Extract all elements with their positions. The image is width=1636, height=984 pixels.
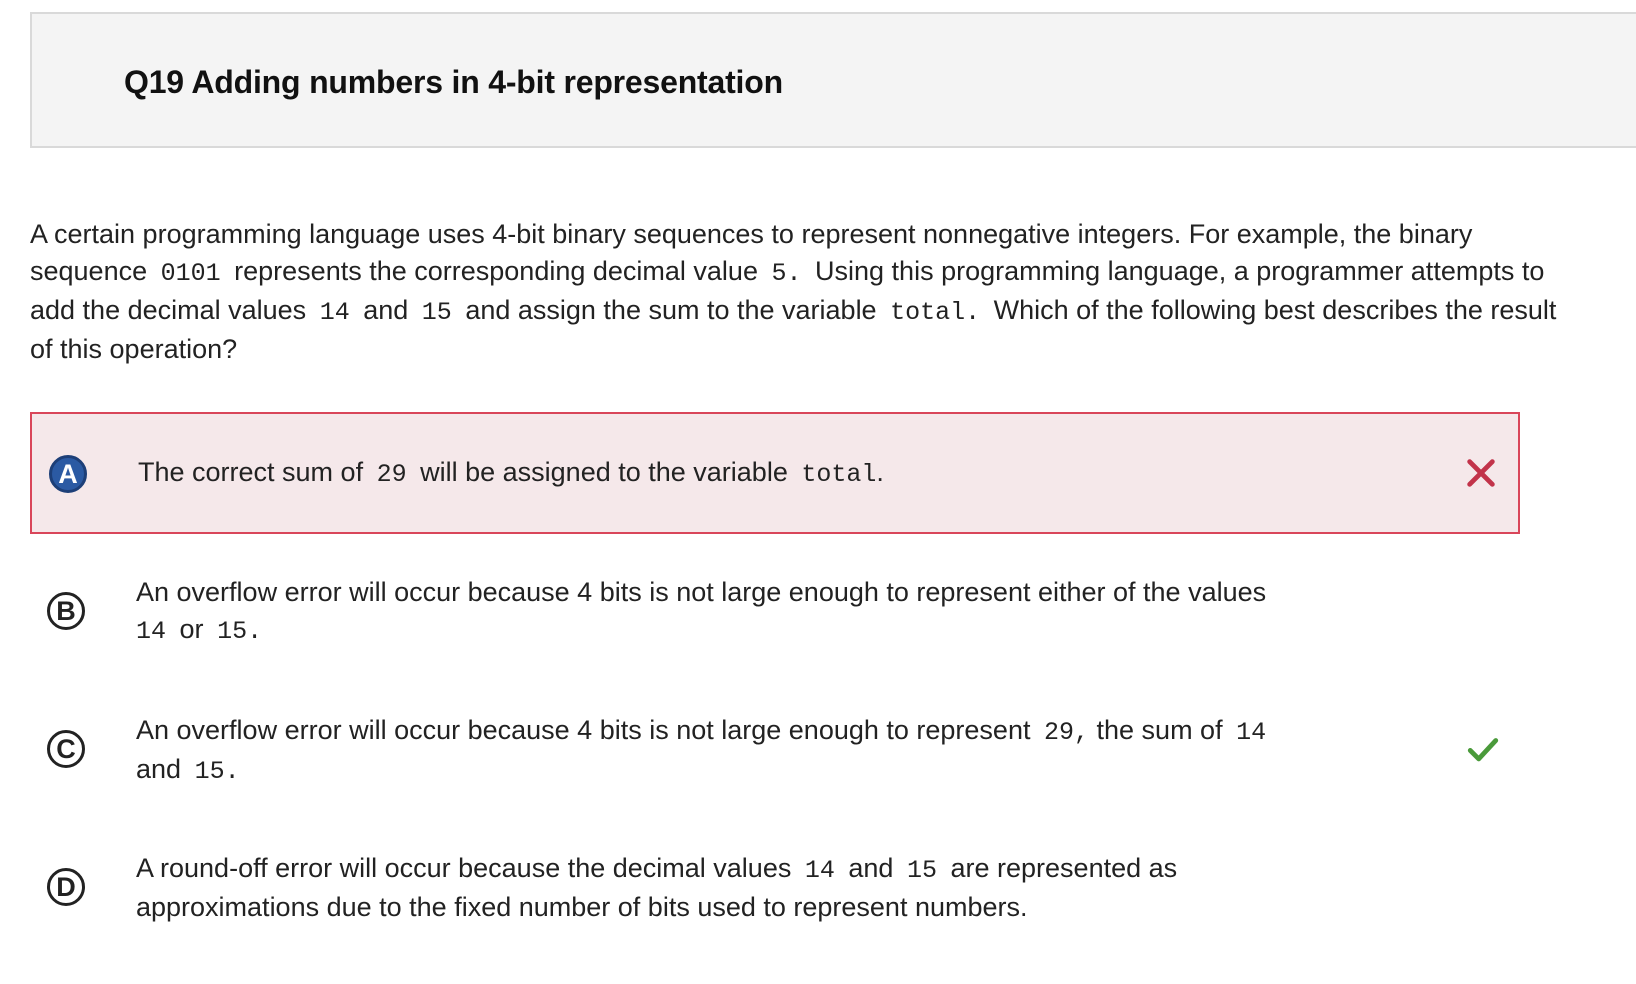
option-letter-c[interactable]: C	[47, 730, 85, 768]
option-text: An overflow error will occur because 4 b…	[136, 577, 1267, 607]
option-text-d: A round-off error will occur because the…	[136, 850, 1316, 926]
option-letter-a[interactable]: A	[49, 455, 87, 493]
answer-option-a[interactable]: A The correct sum of 29 will be assigned…	[30, 412, 1520, 534]
option-letter-b[interactable]: B	[47, 592, 85, 630]
option-text: An overflow error will occur because 4 b…	[136, 715, 1031, 745]
question-text: and	[363, 295, 409, 325]
question-title: Q19 Adding numbers in 4-bit representati…	[124, 64, 783, 100]
code-14: 14	[1236, 718, 1267, 747]
code-5: 5.	[771, 259, 802, 288]
code-15: 15.	[194, 757, 240, 786]
question-stem: A certain programming language uses 4-bi…	[30, 216, 1560, 368]
code-15: 15	[906, 856, 937, 885]
code-15: 15.	[217, 617, 263, 646]
option-text: A round-off error will occur because the…	[136, 853, 792, 883]
option-text-b: An overflow error will occur because 4 b…	[136, 574, 1316, 650]
code-14: 14	[804, 856, 835, 885]
option-text: .	[876, 457, 884, 487]
answer-option-b[interactable]: B An overflow error will occur because 4…	[30, 560, 1586, 670]
option-letter-d[interactable]: D	[47, 868, 85, 906]
option-text: will be assigned to the variable	[420, 457, 788, 487]
code-29: 29	[376, 460, 407, 489]
option-text: The correct sum of	[138, 457, 364, 487]
check-icon	[1467, 738, 1499, 762]
code-14: 14	[136, 617, 167, 646]
code-14: 14	[319, 298, 350, 327]
code-0101: 0101	[160, 259, 221, 288]
option-text: or	[179, 614, 204, 644]
code-15: 15	[421, 298, 452, 327]
question-text: represents the corresponding decimal val…	[234, 256, 758, 286]
code-total: total	[801, 460, 877, 489]
option-text-c: An overflow error will occur because 4 b…	[136, 712, 1316, 790]
option-text: the sum of	[1096, 715, 1223, 745]
code-total: total.	[890, 298, 981, 327]
answer-option-d[interactable]: D A round-off error will occur because t…	[30, 836, 1586, 946]
answer-option-c[interactable]: C An overflow error will occur because 4…	[30, 698, 1586, 808]
option-text: and	[136, 754, 182, 784]
option-text: and	[848, 853, 894, 883]
option-text-a: The correct sum of 29 will be assigned t…	[138, 454, 1318, 493]
question-text: and assign the sum to the variable	[465, 295, 877, 325]
code-29: 29,	[1043, 718, 1089, 747]
close-icon	[1467, 459, 1495, 487]
question-header: Q19 Adding numbers in 4-bit representati…	[30, 12, 1636, 148]
